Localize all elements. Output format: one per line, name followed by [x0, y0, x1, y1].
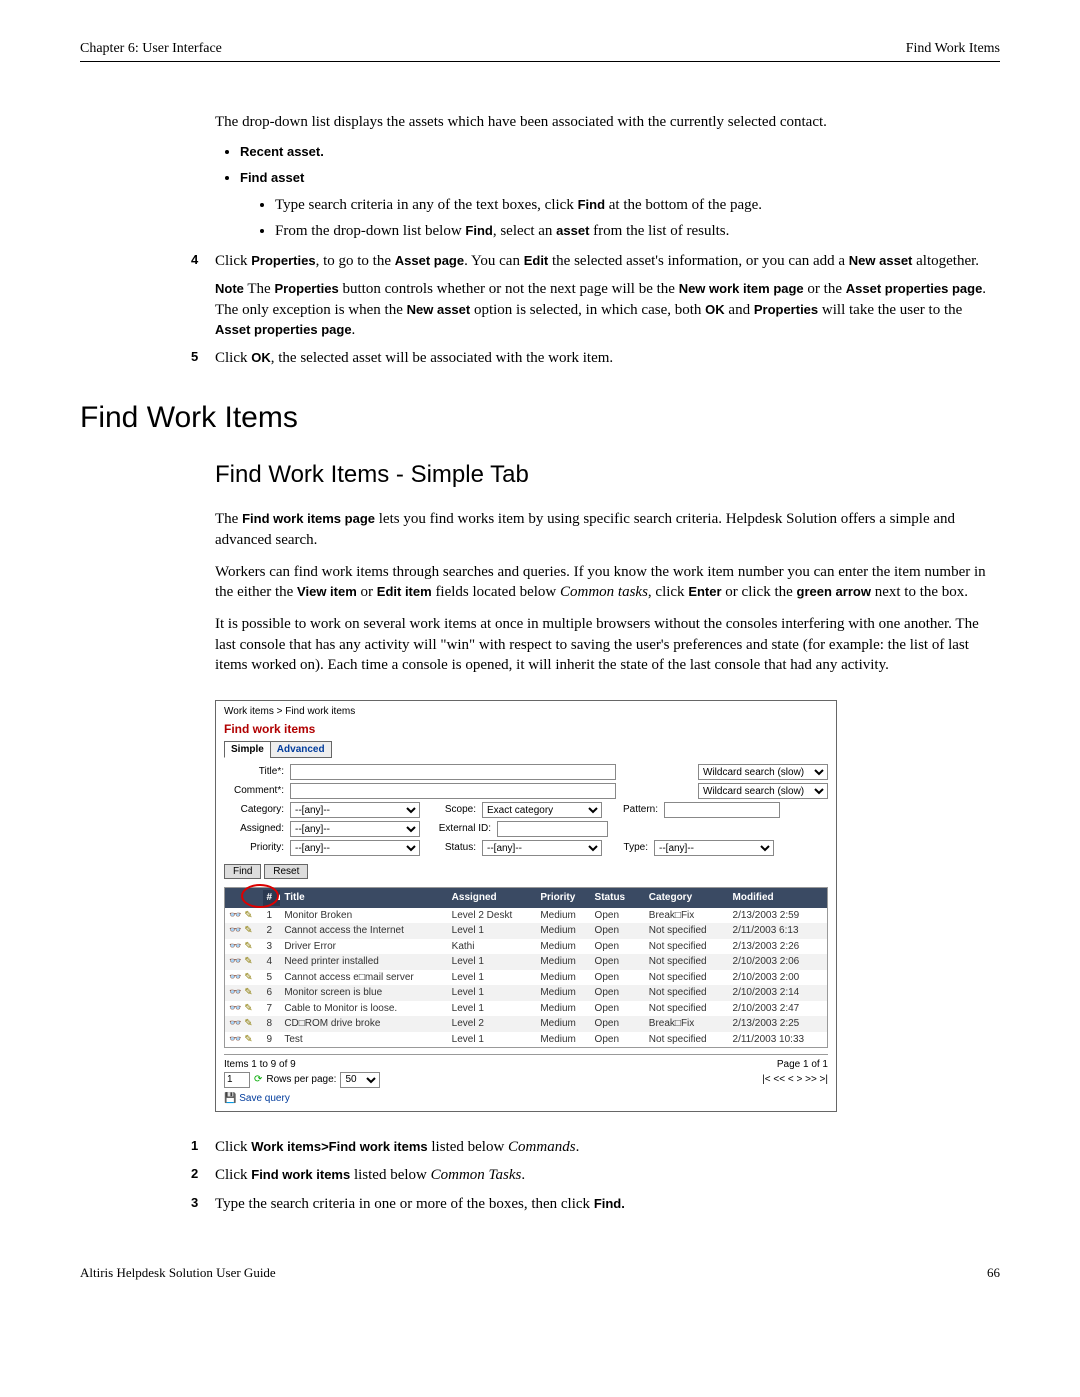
body-p1: The Find work items page lets you find w… — [215, 509, 1000, 550]
breadcrumb: Work items > Find work items — [224, 705, 828, 719]
table-row[interactable]: 👓 ✎ 2Cannot access the InternetLevel 1Me… — [225, 923, 827, 939]
col-assigned[interactable]: Assigned — [448, 890, 537, 906]
table-row[interactable]: 👓 ✎ 1Monitor BrokenLevel 2 DesktMediumOp… — [225, 908, 827, 924]
comment-input[interactable] — [290, 783, 616, 799]
edit-icon[interactable]: ✎ — [244, 925, 252, 936]
table-row[interactable]: 👓 ✎ 7Cable to Monitor is loose.Level 1Me… — [225, 1001, 827, 1017]
col-status[interactable]: Status — [591, 890, 645, 906]
edit-icon[interactable]: ✎ — [244, 1034, 252, 1045]
pagination-nav[interactable]: |< << < > >> >| — [762, 1073, 828, 1087]
type-select[interactable]: --[any]-- — [654, 840, 774, 856]
results-header: # ▲ Title Assigned Priority Status Categ… — [225, 888, 827, 908]
table-row[interactable]: 👓 ✎ 8CD□ROM drive brokeLevel 2MediumOpen… — [225, 1016, 827, 1032]
results-table: # ▲ Title Assigned Priority Status Categ… — [224, 887, 828, 1048]
status-select[interactable]: --[any]-- — [482, 840, 602, 856]
panel-title: Find work items — [224, 721, 828, 737]
label-assigned: Assigned: — [224, 822, 284, 836]
view-icon[interactable]: 👓 — [229, 910, 241, 921]
step-2: 2Click Find work items listed below Comm… — [215, 1165, 1000, 1185]
footer-left: Altiris Helpdesk Solution User Guide — [80, 1264, 276, 1282]
intro-bullets: Recent asset. Find asset Type search cri… — [240, 142, 1000, 241]
sub-bullet-2: From the drop-down list below Find, sele… — [275, 221, 1000, 241]
edit-icon[interactable]: ✎ — [244, 956, 252, 967]
header-right: Find Work Items — [906, 40, 1000, 59]
find-work-items-screenshot: Work items > Find work items Find work i… — [215, 700, 837, 1112]
step-1: 1Click Work items>Find work items listed… — [215, 1137, 1000, 1157]
view-icon[interactable]: 👓 — [229, 956, 241, 967]
bullet-recent-asset: Recent asset. — [240, 144, 324, 159]
sub-bullet-1: Type search criteria in any of the text … — [275, 195, 1000, 215]
bullet-find-asset: Find asset — [240, 170, 304, 185]
page-indicator: Page 1 of 1 — [777, 1058, 828, 1072]
items-count: Items 1 to 9 of 9 — [224, 1058, 296, 1072]
h2-simple-tab: Find Work Items - Simple Tab — [215, 459, 1000, 491]
label-comment: Comment*: — [224, 784, 284, 798]
scope-select[interactable]: Exact category — [482, 802, 602, 818]
tab-advanced[interactable]: Advanced — [270, 741, 332, 759]
view-icon[interactable]: 👓 — [229, 1034, 241, 1045]
intro-p1: The drop-down list displays the assets w… — [215, 112, 1000, 132]
category-select[interactable]: --[any]-- — [290, 802, 420, 818]
col-priority[interactable]: Priority — [536, 890, 590, 906]
pattern-input[interactable] — [664, 802, 780, 818]
h1-find-work-items: Find Work Items — [80, 398, 1000, 439]
externalid-input[interactable] — [497, 821, 608, 837]
title-wildcard-select[interactable]: Wildcard search (slow) — [698, 764, 828, 780]
view-icon[interactable]: 👓 — [229, 987, 241, 998]
footer-right: 66 — [987, 1264, 1000, 1282]
results-footer: Items 1 to 9 of 9 Page 1 of 1 — [224, 1054, 828, 1072]
title-input[interactable] — [290, 764, 616, 780]
save-query-link[interactable]: 💾 Save query — [224, 1092, 828, 1106]
body-p2: Workers can find work items through sear… — [215, 562, 1000, 603]
edit-icon[interactable]: ✎ — [244, 910, 252, 921]
view-icon[interactable]: 👓 — [229, 1018, 241, 1029]
step-5: 5 Click OK, the selected asset will be a… — [215, 348, 1000, 368]
view-icon[interactable]: 👓 — [229, 972, 241, 983]
label-title: Title*: — [224, 765, 284, 779]
edit-icon[interactable]: ✎ — [244, 1003, 252, 1014]
label-category: Category: — [224, 803, 284, 817]
col-modified[interactable]: Modified — [729, 890, 827, 906]
refresh-icon[interactable]: ⟳ — [254, 1073, 262, 1087]
edit-icon[interactable]: ✎ — [244, 987, 252, 998]
label-scope: Scope: — [426, 803, 476, 817]
view-icon[interactable]: 👓 — [229, 925, 241, 936]
col-category[interactable]: Category — [645, 890, 729, 906]
edit-icon[interactable]: ✎ — [244, 1018, 252, 1029]
label-type: Type: — [608, 841, 648, 855]
goto-page-input[interactable] — [224, 1072, 250, 1088]
note-paragraph: Note The Properties button controls whet… — [215, 279, 1000, 340]
label-status: Status: — [426, 841, 476, 855]
tabs: SimpleAdvanced — [224, 741, 828, 759]
view-icon[interactable]: 👓 — [229, 1003, 241, 1014]
edit-icon[interactable]: ✎ — [244, 972, 252, 983]
step-4: 4 Click Properties, to go to the Asset p… — [215, 251, 1000, 271]
table-row[interactable]: 👓 ✎ 3Driver ErrorKathiMediumOpenNot spec… — [225, 939, 827, 955]
assigned-select[interactable]: --[any]-- — [290, 821, 420, 837]
table-row[interactable]: 👓 ✎ 9TestLevel 1MediumOpenNot specified2… — [225, 1032, 827, 1048]
table-row[interactable]: 👓 ✎ 6Monitor screen is blueLevel 1Medium… — [225, 985, 827, 1001]
comment-wildcard-select[interactable]: Wildcard search (slow) — [698, 783, 828, 799]
reset-button[interactable]: Reset — [264, 864, 308, 879]
rows-per-page-select[interactable]: 50 — [340, 1072, 380, 1088]
label-pattern: Pattern: — [608, 803, 658, 817]
find-button[interactable]: Find — [224, 864, 261, 879]
content-upper: The drop-down list displays the assets w… — [215, 112, 1000, 369]
tab-simple[interactable]: Simple — [224, 741, 271, 759]
label-priority: Priority: — [224, 841, 284, 855]
view-icon[interactable]: 👓 — [229, 941, 241, 952]
col-title[interactable]: Title — [280, 890, 447, 906]
page-footer: Altiris Helpdesk Solution User Guide 66 — [80, 1264, 1000, 1282]
table-row[interactable]: 👓 ✎ 4Need printer installedLevel 1Medium… — [225, 954, 827, 970]
rows-per-page-label: Rows per page: — [266, 1073, 336, 1087]
table-row[interactable]: 👓 ✎ 5Cannot access e□mail serverLevel 1M… — [225, 970, 827, 986]
step-3: 3Type the search criteria in one or more… — [215, 1194, 1000, 1214]
page-header: Chapter 6: User Interface Find Work Item… — [80, 40, 1000, 62]
label-externalid: External ID: — [426, 822, 491, 836]
body-p3: It is possible to work on several work i… — [215, 614, 1000, 675]
edit-icon[interactable]: ✎ — [244, 941, 252, 952]
header-left: Chapter 6: User Interface — [80, 40, 222, 59]
priority-select[interactable]: --[any]-- — [290, 840, 420, 856]
